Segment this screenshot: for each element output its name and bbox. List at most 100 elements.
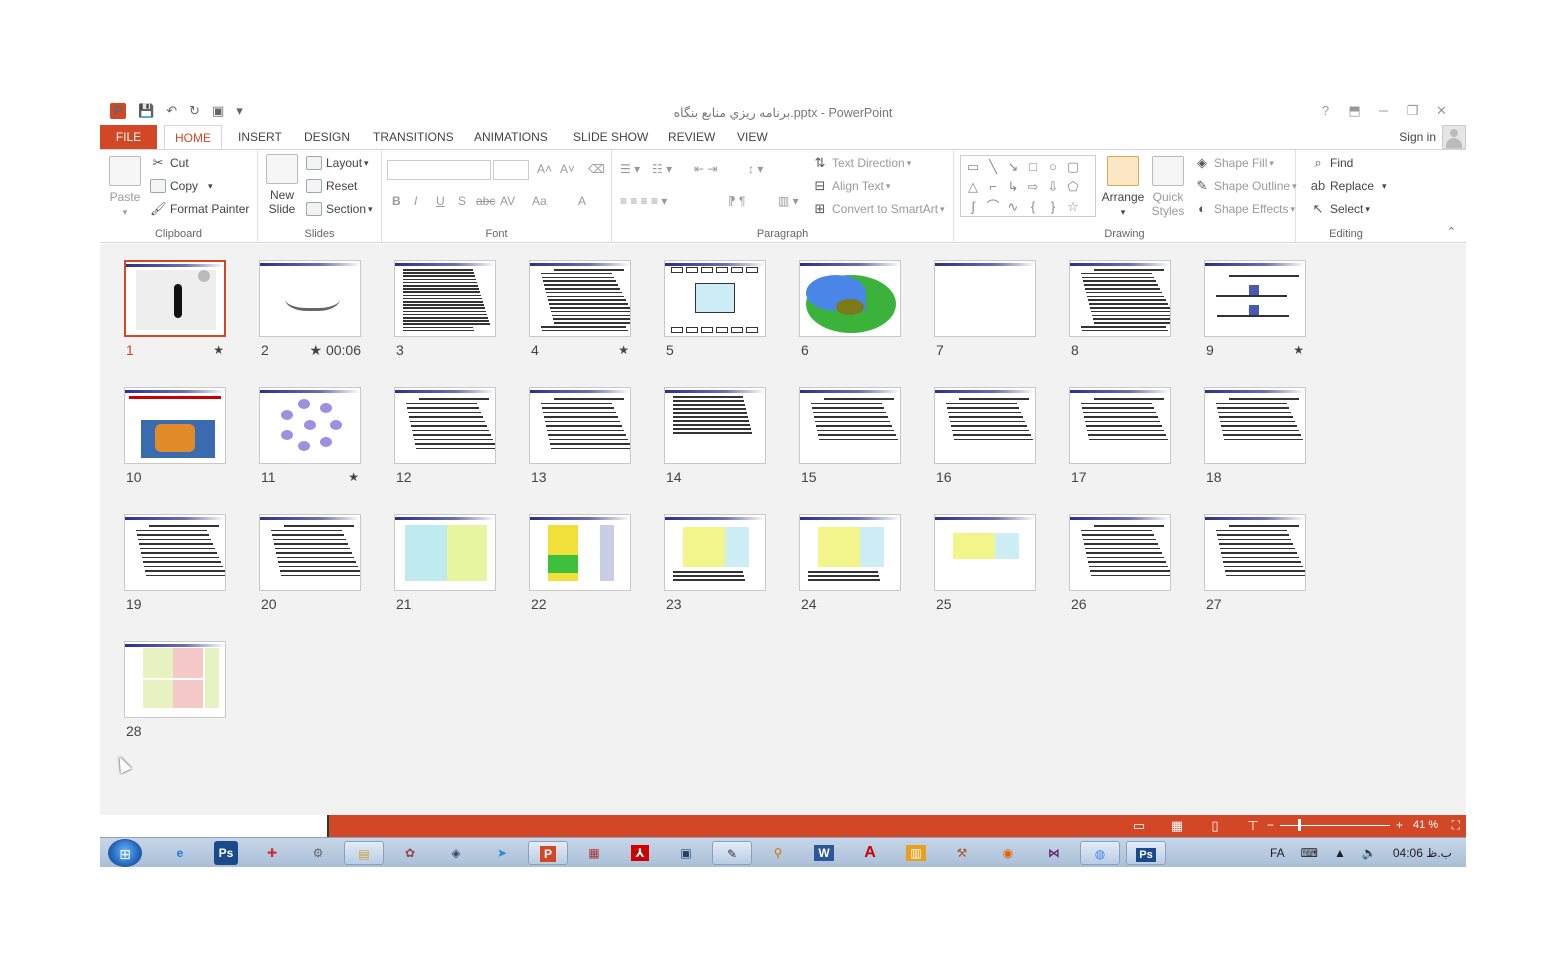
change-case-button[interactable]: Aa: [532, 194, 547, 208]
zoom-out-button[interactable]: −: [1267, 818, 1274, 832]
indent-icons[interactable]: ⇤ ⇥: [694, 162, 717, 176]
line-spacing-icon[interactable]: ↕ ▾: [748, 162, 763, 176]
tab-insert[interactable]: INSERT: [228, 125, 292, 149]
reader-icon[interactable]: A: [850, 841, 890, 865]
animation-star-icon[interactable]: ★: [310, 342, 323, 358]
restore-button[interactable]: ❐: [1398, 103, 1427, 119]
app-icon-2[interactable]: ▦: [574, 841, 614, 865]
bullets-icon[interactable]: ☰ ▾: [620, 162, 640, 176]
firefox-icon[interactable]: ◉: [988, 841, 1028, 865]
elbow-connector-icon[interactable]: ⌐: [983, 177, 1003, 197]
internet-explorer-icon[interactable]: e: [160, 841, 200, 865]
slide-thumbnail[interactable]: 13: [529, 387, 631, 485]
replace-button[interactable]: ab Replace ▾: [1310, 179, 1387, 194]
slide-sorter-view-icon[interactable]: ▦: [1158, 818, 1196, 834]
convert-to-smartart-button[interactable]: ⊞ Convert to SmartArt ▾: [812, 202, 945, 217]
slide-thumbnail[interactable]: 23: [664, 514, 766, 612]
shape-effects-button[interactable]: ◐ Shape Effects ▾: [1194, 202, 1295, 217]
slide-preview[interactable]: [124, 641, 226, 718]
animation-star-icon[interactable]: ★: [618, 343, 629, 357]
slide-thumbnail[interactable]: 12: [394, 387, 496, 485]
italic-button[interactable]: I: [414, 194, 417, 208]
language-indicator[interactable]: FA: [1270, 846, 1285, 860]
freeform-shape-icon[interactable]: ⬠: [1063, 177, 1083, 197]
slide-preview[interactable]: [1204, 387, 1306, 464]
font-color-button[interactable]: A: [578, 194, 586, 208]
arc-shape-icon[interactable]: ⌒: [983, 197, 1003, 217]
slide-thumbnail[interactable]: 18: [1204, 387, 1306, 485]
slide-thumbnail[interactable]: 9 ★: [1204, 260, 1306, 358]
elbow-arrow-icon[interactable]: ↳: [1003, 177, 1023, 197]
textbox-shape-icon[interactable]: ▭: [963, 157, 983, 177]
slide-preview[interactable]: [124, 260, 226, 337]
slide-preview[interactable]: [394, 514, 496, 591]
keyboard-icon[interactable]: ⌨: [1301, 846, 1318, 860]
slide-preview[interactable]: [934, 387, 1036, 464]
slide-preview[interactable]: [664, 514, 766, 591]
tab-transitions[interactable]: TRANSITIONS: [363, 125, 464, 149]
slide-thumbnail[interactable]: 11 ★: [259, 387, 361, 485]
fit-to-window-icon[interactable]: ⛶: [1452, 818, 1460, 833]
slide-thumbnail[interactable]: 25: [934, 514, 1036, 612]
collapse-ribbon-icon[interactable]: ⌃: [1447, 225, 1456, 238]
layout-button[interactable]: Layout ▾: [306, 156, 369, 170]
star-shape-icon[interactable]: ☆: [1063, 197, 1083, 217]
new-slide-button[interactable]: New Slide: [264, 154, 300, 216]
text-direction-button[interactable]: ⇅ Text Direction ▾: [812, 156, 912, 171]
slide-preview[interactable]: [934, 514, 1036, 591]
right-brace-icon[interactable]: }: [1043, 197, 1063, 217]
slide-thumbnail[interactable]: 16: [934, 387, 1036, 485]
shapes-gallery[interactable]: ▭ ╲ ↘ □ ○ ▢ △ ⌐ ↳ ⇨ ⇩ ⬠ ∫ ⌒ ∿{} ☆: [960, 155, 1096, 217]
tab-file[interactable]: FILE: [100, 125, 157, 149]
underline-button[interactable]: U: [436, 194, 445, 208]
align-text-button[interactable]: ⊟ Align Text ▾: [812, 179, 891, 194]
shadow-button[interactable]: S: [458, 194, 466, 208]
start-button[interactable]: ⊞: [108, 839, 142, 867]
help-icon[interactable]: ?: [1311, 103, 1340, 119]
slide-thumbnail[interactable]: 10: [124, 387, 226, 485]
triangle-shape-icon[interactable]: △: [963, 177, 983, 197]
volume-icon[interactable]: 🔈: [1362, 846, 1377, 860]
word-icon[interactable]: W: [804, 841, 844, 865]
utility-icon[interactable]: ⚙: [298, 841, 338, 865]
slide-preview[interactable]: [259, 387, 361, 464]
line-shape-icon[interactable]: ╲: [983, 157, 1003, 177]
reading-view-icon[interactable]: ▯: [1196, 818, 1234, 834]
paint-icon[interactable]: ✿: [390, 841, 430, 865]
slide-thumbnail[interactable]: 27: [1204, 514, 1306, 612]
slide-preview[interactable]: [529, 514, 631, 591]
tab-design[interactable]: DESIGN: [294, 125, 360, 149]
grow-font-button[interactable]: A˄: [537, 162, 552, 176]
slide-preview[interactable]: [664, 387, 766, 464]
arrange-button[interactable]: Arrange ▾: [1100, 156, 1146, 219]
slide-preview[interactable]: [799, 514, 901, 591]
rectangle-shape-icon[interactable]: □: [1023, 157, 1043, 177]
slide-thumbnail[interactable]: 1 ★: [124, 260, 226, 358]
slide-preview[interactable]: [259, 260, 361, 337]
slide-preview[interactable]: [259, 514, 361, 591]
shape-outline-button[interactable]: ✎ Shape Outline ▾: [1194, 179, 1297, 194]
slide-preview[interactable]: [1069, 387, 1171, 464]
animation-star-icon[interactable]: ★: [1293, 343, 1304, 357]
text-direction-icons[interactable]: ⁋ ¶: [728, 194, 745, 208]
columns-icon[interactable]: ▥ ▾: [778, 194, 799, 208]
slide-thumbnail[interactable]: 21: [394, 514, 496, 612]
zoom-level[interactable]: 41 %: [1413, 819, 1438, 831]
slide-preview[interactable]: [529, 260, 631, 337]
app-icon-3[interactable]: ⚒: [942, 841, 982, 865]
slide-thumbnail[interactable]: 17: [1069, 387, 1171, 485]
chrome-icon[interactable]: ◍: [1080, 841, 1120, 865]
slide-thumbnail[interactable]: 8: [1069, 260, 1171, 358]
slide-preview[interactable]: [934, 260, 1036, 337]
slide-preview[interactable]: [394, 260, 496, 337]
font-size-combo[interactable]: [493, 160, 529, 180]
curve-shape-icon[interactable]: ∫: [963, 197, 983, 217]
slide-thumbnail[interactable]: 15: [799, 387, 901, 485]
reset-button[interactable]: Reset: [306, 179, 357, 193]
right-arrow-shape-icon[interactable]: ⇨: [1023, 177, 1043, 197]
align-icons[interactable]: ≡ ≡ ≡ ≡ ▾: [620, 194, 667, 208]
copy-button[interactable]: Copy ▾: [150, 179, 213, 193]
pen-tool-icon[interactable]: ✎: [712, 841, 752, 865]
slide-preview[interactable]: [1069, 514, 1171, 591]
show-hidden-icons[interactable]: ▲: [1334, 846, 1346, 860]
